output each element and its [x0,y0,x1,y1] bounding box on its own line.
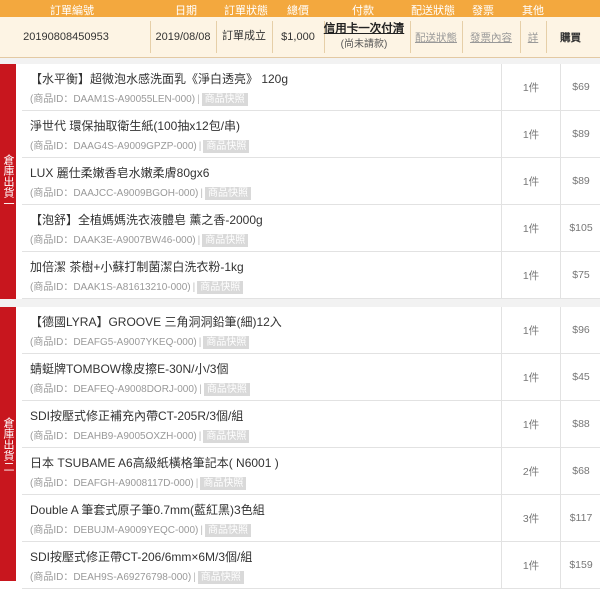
header-status: 訂單狀態 [224,5,268,17]
product-name-link[interactable]: 【泡舒】全植媽媽洗衣液體皂 薰之香-2000g [30,211,263,228]
detail-cell: 詳 [520,17,546,57]
product-quantity: 1件 [501,205,560,251]
header-order-no: 訂單編號 [50,5,94,17]
product-row: SDI按壓式修正補充內帶CT-205R/3個/組 (商品ID：DEAHB9-A90… [22,401,600,448]
order-number: 20190808450953 [23,31,109,43]
snapshot-button[interactable]: 商品快照 [204,524,251,537]
product-name-link[interactable]: SDI按壓式修正補充內帶CT-205R/3個/組 [30,407,243,424]
product-price: $45 [560,354,600,400]
product-quantity: 1件 [501,64,560,110]
product-price: $159 [560,542,600,588]
product-quantity: 3件 [501,495,560,541]
product-id: (商品ID：DEAFEQ-A9008DORJ-000) | 商品快照 [30,380,250,396]
product-price: $117 [560,495,600,541]
product-name-link[interactable]: 【水平衡】超微泡水感洗面乳《淨白透亮》 120g [30,70,288,87]
product-row: LUX 麗仕柔嫩香皂水嫩柔膚80gx6 (商品ID：DAAJCC-A9009BGO… [22,158,600,205]
product-price: $68 [560,448,600,494]
shipment-group-1: 倉庫出貨一 【水平衡】超微泡水感洗面乳《淨白透亮》 120g (商品ID：DAAM… [0,64,600,299]
product-quantity: 2件 [501,448,560,494]
product-id: (商品ID：DAAK1S-A81613210-000) | 商品快照 [30,278,244,294]
product-quantity: 1件 [501,307,560,353]
product-price: $75 [560,252,600,298]
snapshot-button[interactable]: 商品快照 [202,234,249,247]
product-price: $96 [560,307,600,353]
product-row: SDI按壓式修正帶CT-206/6mm×6M/3個/組 (商品ID：DEAH9S-… [22,542,600,589]
header-other: 其他 [522,5,544,17]
purchase-again-link[interactable]: 購買 [560,17,600,57]
product-name-link[interactable]: LUX 麗仕柔嫩香皂水嫩柔膚80gx6 [30,164,209,181]
product-price: $88 [560,401,600,447]
product-name-link[interactable]: 淨世代 環保抽取衛生紙(100抽x12包/串) [30,117,240,134]
payment-method-link[interactable]: 信用卡一次付清 [324,21,405,37]
product-price: $89 [560,158,600,204]
header-shipping-status: 配送狀態 [411,5,455,17]
product-name-link[interactable]: 日本 TSUBAME A6高級紙橫格筆記本( N6001 ) [30,454,279,471]
order-summary-row: 20190808450953 2019/08/08 訂單成立 $1,000 信用… [0,17,600,58]
order-date: 2019/08/08 [155,31,211,43]
order-total: $1,000 [281,31,315,43]
snapshot-button[interactable]: 商品快照 [203,383,250,396]
product-row: 加倍潔 茶樹+小蘇打制菌潔白洗衣粉-1kg (商品ID：DAAK1S-A81613… [22,252,600,299]
header-invoice: 發票 [472,5,494,17]
product-id: (商品ID：DEBUJM-A9009YEQC-000) | 商品快照 [30,521,251,537]
product-id: (商品ID：DAAJCC-A9009BGOH-000) | 商品快照 [30,184,251,200]
product-row: 日本 TSUBAME A6高級紙橫格筆記本( N6001 ) (商品ID：DEAF… [22,448,600,495]
invoice-content-link[interactable]: 發票內容 [470,30,512,45]
product-id: (商品ID：DAAG4S-A9009GPZP-000) | 商品快照 [30,137,250,153]
product-quantity: 1件 [501,401,560,447]
product-price: $89 [560,111,600,157]
product-id: (商品ID：DEAFG5-A9007YKEQ-000) | 商品快照 [30,333,250,349]
snapshot-button[interactable]: 商品快照 [204,187,251,200]
product-id: (商品ID：DAAM1S-A90055LEN-000) | 商品快照 [30,90,248,106]
payment-note: (尚未請款) [340,39,388,50]
shipment-label-2: 倉庫出貨二 [0,307,16,581]
spacer [0,299,600,307]
product-name-link[interactable]: 【德國LYRA】GROOVE 三角洞洞鉛筆(細)12入 [30,313,282,330]
snapshot-button[interactable]: 商品快照 [197,281,244,294]
product-quantity: 1件 [501,111,560,157]
shipment-group-2: 倉庫出貨二 【德國LYRA】GROOVE 三角洞洞鉛筆(細)12入 (商品ID：D… [0,307,600,589]
product-row: Double A 筆套式原子筆0.7mm(藍紅黑)3色組 (商品ID：DEBUJM… [22,495,600,542]
product-quantity: 1件 [501,354,560,400]
shipping-cell: 配送狀態 [410,17,462,57]
product-name-link[interactable]: 蜻蜓牌TOMBOW橡皮擦E-30N/小/3個 [30,360,228,377]
header-total: 總價 [287,5,309,17]
product-id: (商品ID：DEAH9S-A69276798-000) | 商品快照 [30,568,244,584]
product-id: (商品ID：DAAK3E-A9007BW46-000) | 商品快照 [30,231,249,247]
snapshot-button[interactable]: 商品快照 [203,430,250,443]
invoice-cell: 發票內容 [462,17,520,57]
snapshot-button[interactable]: 商品快照 [201,93,248,106]
snapshot-button[interactable]: 商品快照 [197,571,244,584]
product-row: 蜻蜓牌TOMBOW橡皮擦E-30N/小/3個 (商品ID：DEAFEQ-A9008… [22,354,600,401]
product-id: (商品ID：DEAFGH-A9008117D-000) | 商品快照 [30,474,247,490]
header-payment: 付款 [352,5,374,17]
product-row: 【德國LYRA】GROOVE 三角洞洞鉛筆(細)12入 (商品ID：DEAFG5-… [22,307,600,354]
shipping-status-link[interactable]: 配送狀態 [415,30,457,45]
product-row: 【泡舒】全植媽媽洗衣液體皂 薰之香-2000g (商品ID：DAAK3E-A900… [22,205,600,252]
snapshot-button[interactable]: 商品快照 [203,140,250,153]
product-row: 【水平衡】超微泡水感洗面乳《淨白透亮》 120g (商品ID：DAAM1S-A90… [22,64,600,111]
product-name-link[interactable]: SDI按壓式修正帶CT-206/6mm×6M/3個/組 [30,548,252,565]
product-quantity: 1件 [501,158,560,204]
detail-link[interactable]: 詳 [528,30,539,45]
shipment-label-1: 倉庫出貨一 [0,64,16,299]
product-name-link[interactable]: 加倍潔 茶樹+小蘇打制菌潔白洗衣粉-1kg [30,258,244,275]
product-row: 淨世代 環保抽取衛生紙(100抽x12包/串) (商品ID：DAAG4S-A900… [22,111,600,158]
product-id: (商品ID：DEAHB9-A9005OXZH-000) | 商品快照 [30,427,250,443]
product-price: $105 [560,205,600,251]
order-table-header: 訂單編號 日期 訂單狀態 總價 付款 配送狀態 發票 其他 [0,0,600,17]
product-quantity: 1件 [501,252,560,298]
order-status: 訂單成立 [222,30,266,42]
product-name-link[interactable]: Double A 筆套式原子筆0.7mm(藍紅黑)3色組 [30,501,265,518]
payment-info: 信用卡一次付清 (尚未請款) [324,17,405,57]
product-quantity: 1件 [501,542,560,588]
product-price: $69 [560,64,600,110]
snapshot-button[interactable]: 商品快照 [200,477,247,490]
header-date: 日期 [175,5,197,17]
snapshot-button[interactable]: 商品快照 [203,336,250,349]
